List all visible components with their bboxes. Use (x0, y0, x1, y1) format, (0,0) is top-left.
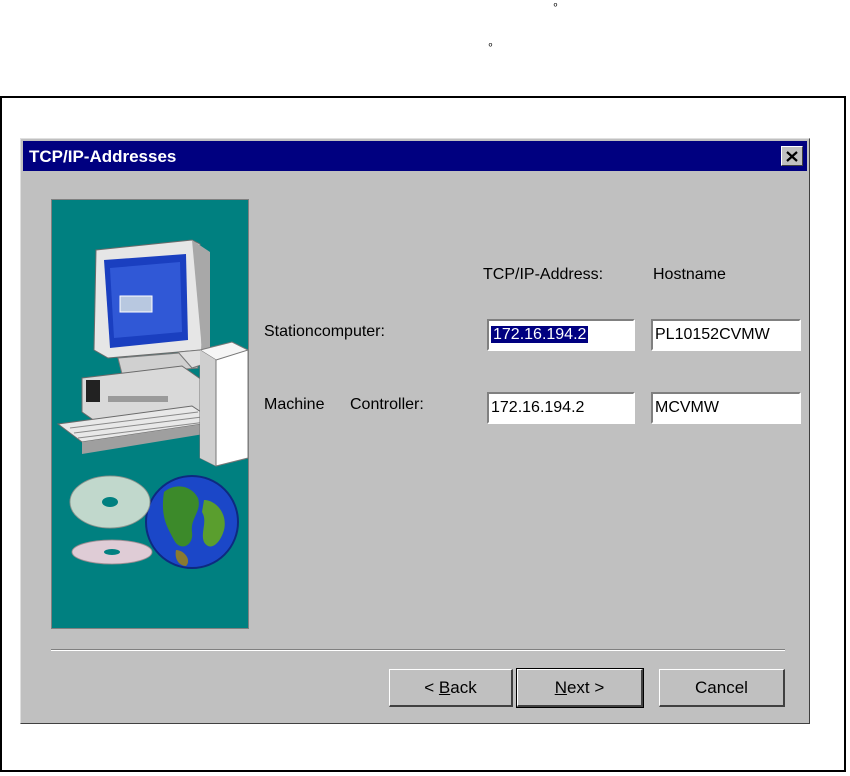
back-rest: ack (450, 677, 477, 697)
label-stationcomputer: Stationcomputer: (264, 323, 385, 340)
next-accel: N (554, 677, 567, 697)
tcpip-dialog: TCP/IP-Addresses TCP/IP-Address: Hostnam… (20, 138, 810, 724)
title-bar: TCP/IP-Addresses (23, 141, 807, 171)
stationcomputer-address-input[interactable]: 172.16.194.2 (487, 319, 635, 351)
machine-controller-address-input[interactable]: 172.16.194.2 (487, 392, 635, 424)
wizard-illustration (51, 199, 249, 629)
label-controller: Controller: (350, 396, 424, 413)
machine-controller-hostname-input[interactable]: MCVMW (651, 392, 801, 424)
close-button[interactable] (781, 146, 803, 166)
header-tcpip-address: TCP/IP-Address: (483, 266, 604, 283)
header-hostname: Hostname (653, 266, 726, 283)
back-accel: B (438, 677, 451, 697)
next-rest: ext > (566, 677, 605, 697)
close-icon (786, 150, 798, 162)
back-prefix: < (424, 677, 439, 697)
stray-mark-2: ∘ (487, 39, 494, 51)
cd-illustration (69, 475, 153, 565)
stray-mark-1: ∘ (552, 0, 559, 11)
label-machine: Machine (264, 396, 325, 413)
globe-illustration (145, 475, 239, 569)
selected-address-text: 172.16.194.2 (489, 325, 590, 344)
cancel-button[interactable]: Cancel (659, 669, 785, 707)
next-button[interactable]: Next > (516, 668, 644, 708)
dialog-title: TCP/IP-Addresses (29, 147, 177, 166)
button-divider (51, 649, 785, 651)
stationcomputer-hostname-input[interactable]: PL10152CVMW (651, 319, 801, 351)
back-button[interactable]: < Back (389, 669, 513, 707)
computer-illustration (56, 239, 248, 467)
